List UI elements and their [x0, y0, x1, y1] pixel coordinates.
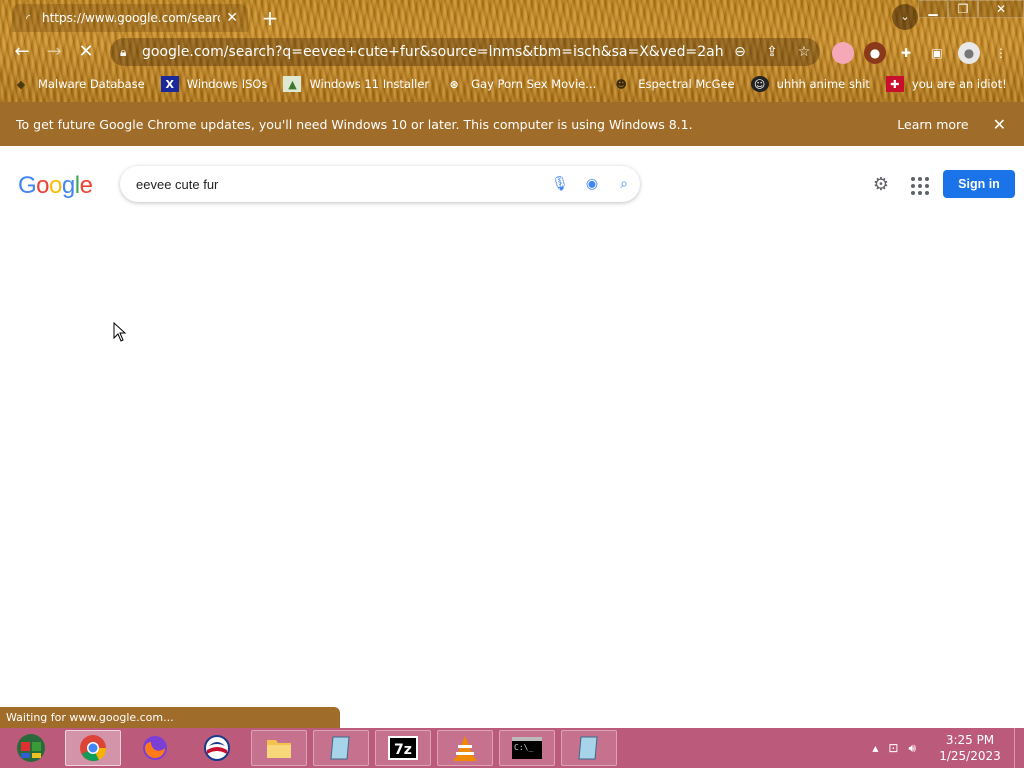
toolbar: ← → ✕ 🔒︎ google.com/search?q=eevee+cute+… [0, 36, 1024, 68]
bookmark-item[interactable]: ☺ uhhh anime shit [750, 76, 870, 92]
new-tab-button[interactable]: + [260, 6, 280, 30]
restore-button[interactable]: ❐ [948, 0, 978, 18]
bookmark-star-icon[interactable]: ☆ [788, 44, 820, 60]
update-infobar: To get future Google Chrome updates, you… [0, 102, 1024, 146]
image-icon: ▲ [283, 76, 302, 92]
network-icon[interactable]: ⊡ [888, 741, 898, 755]
loading-icon: ◜ [26, 11, 31, 25]
tab-search-button[interactable]: ⌄ [892, 4, 918, 30]
status-bubble: Waiting for www.google.com... [0, 707, 340, 728]
chrome-taskbar-icon[interactable] [65, 730, 121, 766]
clock-time: 3:25 PM [945, 733, 995, 747]
google-logo[interactable]: Google [18, 172, 93, 200]
search-box: 🎙︎ ◉ ⌕ [120, 166, 640, 202]
back-button[interactable]: ← [10, 40, 34, 64]
bookmarks-bar: ◆ Malware Database X Windows ISOs ▲ Wind… [0, 72, 1024, 96]
bookmark-item[interactable]: X Windows ISOs [160, 76, 267, 92]
tab-title: https://www.google.com/search? [42, 11, 221, 25]
taskbar: 7z C:\_ ▴ ⊡ 🔊︎ 3:25 PM 1/25/2023 [0, 728, 1024, 768]
forward-button[interactable]: → [42, 40, 66, 64]
x-icon: X [160, 76, 179, 92]
flag-icon: ✚ [885, 76, 904, 92]
lock-icon[interactable]: 🔒︎ [120, 45, 142, 60]
menu-kebab-icon[interactable]: ⋮ [990, 42, 1012, 64]
firefox-taskbar-icon[interactable] [127, 730, 183, 766]
show-hidden-icons-chevron-icon[interactable]: ▴ [872, 741, 878, 755]
window-controls: ▁ ❐ ✕ [918, 0, 1024, 18]
url-text[interactable]: google.com/search?q=eevee+cute+fur&sourc… [142, 44, 724, 60]
google-search-page: Google 🎙︎ ◉ ⌕ ⚙ Sign in [0, 146, 1024, 728]
zoom-icon[interactable]: ⊖ [724, 44, 756, 60]
browser-frame: ◜ https://www.google.com/search? ✕ + ⌄ ▁… [0, 0, 1024, 102]
command-prompt-taskbar-icon[interactable]: C:\_ [499, 730, 555, 766]
close-infobar-icon[interactable]: ✕ [993, 115, 1006, 134]
extension-flag-icon[interactable] [832, 42, 854, 64]
settings-gear-icon[interactable]: ⚙ [870, 174, 892, 196]
system-tray: ▴ ⊡ 🔊︎ 3:25 PM 1/25/2023 [872, 728, 1024, 768]
face-icon: ☻ [615, 77, 627, 91]
notepad-2-taskbar-icon[interactable] [561, 730, 617, 766]
address-bar[interactable]: 🔒︎ google.com/search?q=eevee+cute+fur&so… [110, 38, 820, 66]
vlc-taskbar-icon[interactable] [437, 730, 493, 766]
bookmark-item[interactable]: ◆ Malware Database [12, 76, 145, 92]
tab-active[interactable]: ◜ https://www.google.com/search? ✕ [12, 4, 248, 32]
start-orb-icon[interactable] [3, 730, 59, 766]
volume-icon[interactable]: 🔊︎ [908, 741, 916, 756]
notepad-taskbar-icon[interactable] [313, 730, 369, 766]
search-input[interactable] [136, 176, 544, 192]
clock-date: 1/25/2023 [939, 749, 1001, 763]
extension-avatar-icon[interactable]: ● [864, 42, 886, 64]
camera-lens-icon[interactable]: ◉ [576, 176, 608, 192]
infobar-message: To get future Google Chrome updates, you… [16, 116, 693, 132]
close-window-button[interactable]: ✕ [978, 0, 1024, 18]
stop-loading-button[interactable]: ✕ [74, 40, 98, 64]
globe-icon: ⊛ [449, 77, 459, 91]
bookmark-item[interactable]: ▲ Windows 11 Installer [283, 76, 429, 92]
obama-logo-taskbar-icon[interactable] [189, 730, 245, 766]
7zip-taskbar-icon[interactable]: 7z [375, 730, 431, 766]
bookmark-item[interactable]: ✚ you are an idiot! [885, 76, 1007, 92]
close-tab-icon[interactable]: ✕ [226, 10, 238, 26]
share-icon[interactable]: ⇪ [756, 44, 788, 60]
profile-icon[interactable]: ● [958, 42, 980, 64]
minimize-button[interactable]: ▁ [918, 0, 948, 18]
bookmark-item[interactable]: ☻ Espectral McGee [612, 76, 735, 92]
apps-grid-icon[interactable] [908, 174, 930, 196]
file-explorer-taskbar-icon[interactable] [251, 730, 307, 766]
side-panel-icon[interactable]: ▣ [926, 42, 948, 64]
bookmark-item[interactable]: ⊛ Gay Porn Sex Movie... [445, 76, 597, 92]
microphone-icon[interactable]: 🎙︎ [544, 176, 576, 192]
anime-icon: ☺ [750, 76, 769, 92]
search-icon[interactable]: ⌕ [608, 176, 640, 192]
bookmark-icon: ◆ [16, 77, 26, 91]
clock[interactable]: 3:25 PM 1/25/2023 [926, 732, 1014, 764]
learn-more-link[interactable]: Learn more [897, 117, 968, 132]
show-desktop-button[interactable] [1014, 728, 1024, 768]
sign-in-button[interactable]: Sign in [943, 170, 1015, 198]
extensions-puzzle-icon[interactable]: ✚ [895, 42, 917, 64]
